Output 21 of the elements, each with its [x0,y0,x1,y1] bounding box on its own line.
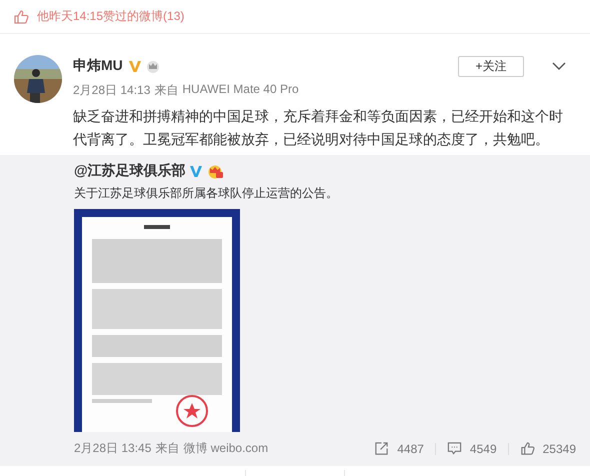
thumbs-up-icon[interactable] [520,441,535,456]
share-icon[interactable] [374,441,390,456]
reposted-text: 关于江苏足球俱乐部所属各球队停止运营的公告。 [74,185,339,202]
repost-time[interactable]: 2月28日 13:45 [74,440,152,457]
like-count[interactable]: 25349 [542,442,576,456]
post-text: 缺乏奋进和拼搏精神的中国足球，充斥着拜金和等负面因素，已经开始和这个时代背离了。卫冕冠军都能被放弃，已经说明对待中国足球的态度了，共勉吧。 [73,107,564,149]
reposted-author[interactable]: @江苏足球俱乐部 [74,162,186,180]
post-time[interactable]: 2月28日 14:13 [73,82,150,99]
like-notice-text: 他昨天14:15赞过的微博(13) [37,8,184,25]
follow-button[interactable]: +关注 [458,56,524,76]
author-name[interactable]: 申炜MU [73,57,123,75]
repost-count[interactable]: 4487 [397,442,424,456]
comment-count[interactable]: 4549 [470,442,497,456]
chevron-down-icon[interactable] [552,62,566,70]
post-source[interactable]: HUAWEI Mate 40 Pro [182,82,299,99]
source-prefix: 来自 [154,82,178,99]
thumbs-up-icon [13,8,29,24]
source-prefix: 来自 [155,440,180,457]
comment-icon[interactable] [446,441,462,456]
avatar[interactable] [14,55,62,103]
repost-source[interactable]: 微博 weibo.com [183,440,268,457]
